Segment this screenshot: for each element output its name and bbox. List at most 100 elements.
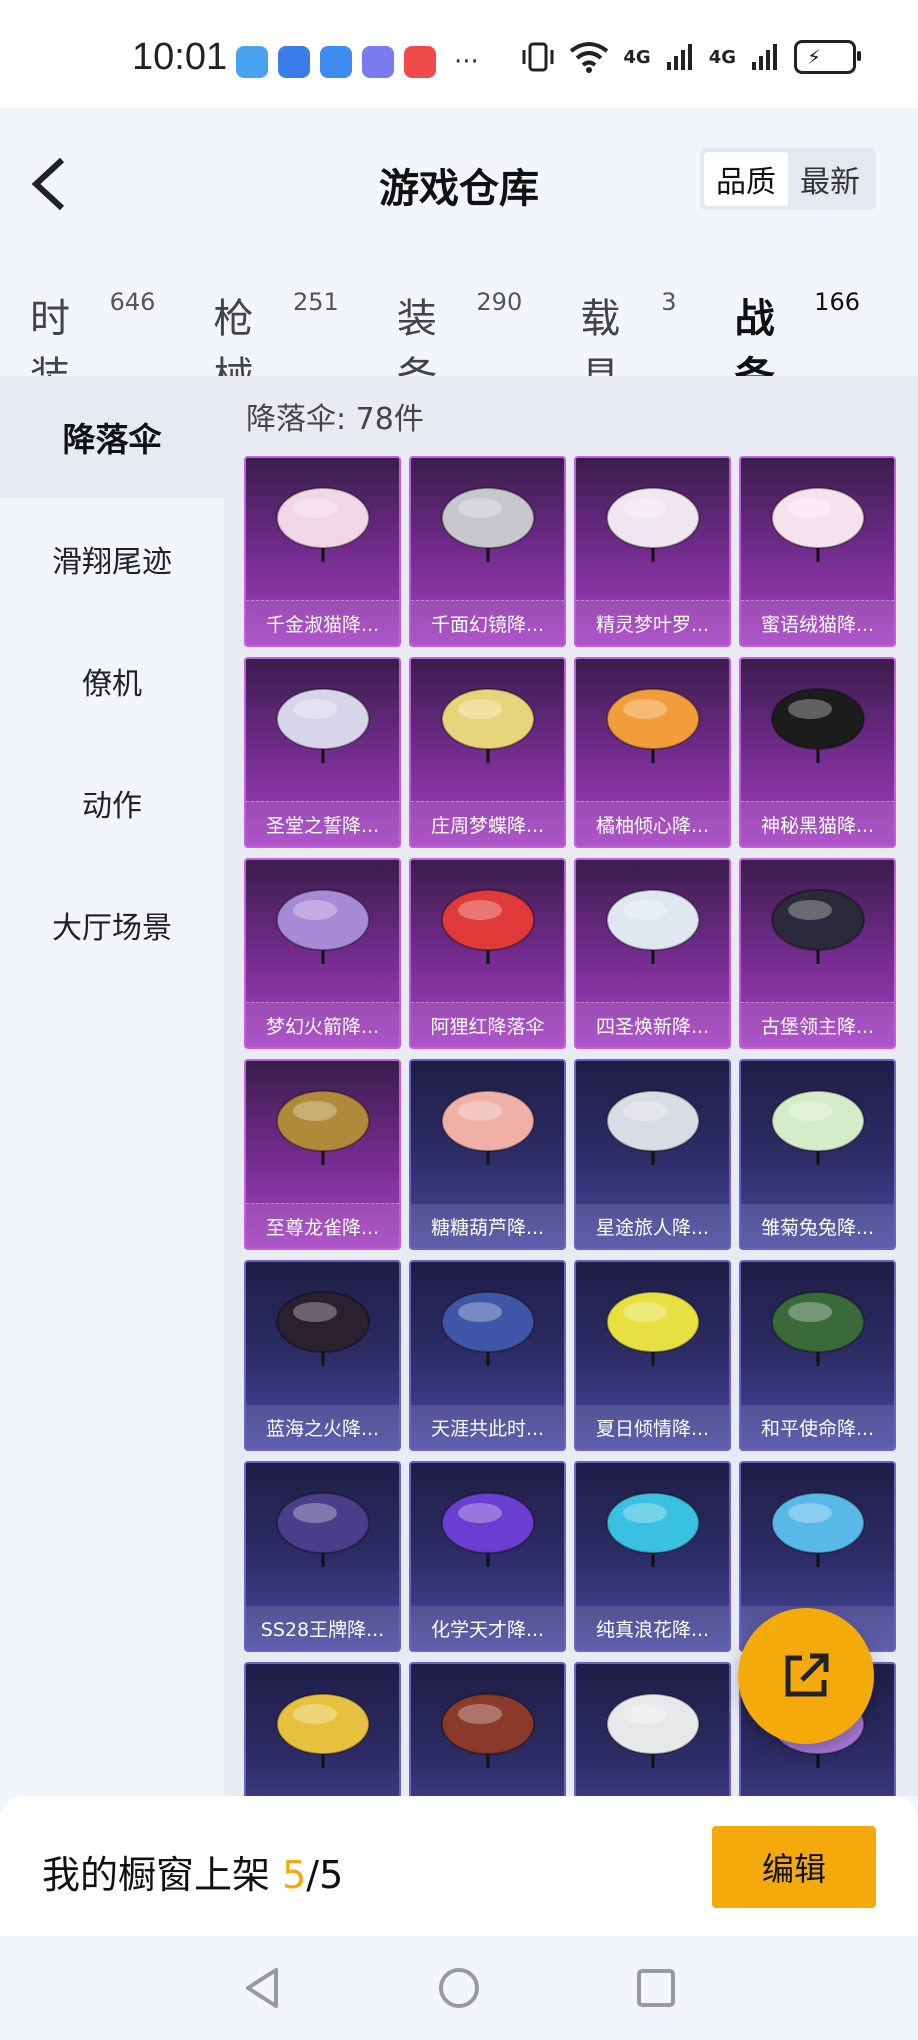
parachute-icon <box>441 1693 535 1768</box>
status-app-icons: ··· <box>236 46 479 78</box>
showcase-status: 我的橱窗上架 5/5 <box>42 1853 344 1897</box>
status-app-icon <box>320 46 352 78</box>
parachute-icon <box>606 688 700 763</box>
parachute-icon <box>276 1693 370 1768</box>
sort-quality-button[interactable]: 品质 <box>704 152 788 206</box>
parachute-name: 庄周梦蝶降... <box>411 801 564 846</box>
parachute-name: 梦幻火箭降... <box>246 1002 399 1047</box>
parachute-icon <box>771 1090 865 1165</box>
parachute-name: 至尊龙雀降... <box>246 1203 399 1248</box>
parachute-name: 化学天才降... <box>411 1606 564 1650</box>
parachute-icon <box>441 688 535 763</box>
parachute-card[interactable]: 糖糖葫芦降... <box>409 1059 566 1250</box>
parachute-name: 阿狸红降落伞 <box>411 1002 564 1047</box>
wifi-icon <box>570 42 609 73</box>
parachute-card[interactable]: 蜜语绒猫降... <box>739 456 896 647</box>
sidebar-item-parachute[interactable]: 降落伞 <box>0 376 224 498</box>
parachute-name: 天涯共此时... <box>411 1405 564 1449</box>
parachute-icon <box>606 487 700 562</box>
parachute-card[interactable]: 至尊龙雀降... <box>244 1059 401 1250</box>
parachute-card[interactable]: 阿狸红降落伞 <box>409 858 566 1049</box>
parachute-icon <box>771 487 865 562</box>
parachute-name: 和平使命降... <box>741 1405 894 1449</box>
signal-2-label: 4G <box>708 46 736 68</box>
parachute-card[interactable]: 星途旅人降... <box>574 1059 731 1250</box>
parachute-card[interactable]: 精灵梦叶罗... <box>574 456 731 647</box>
parachute-card[interactable]: 神秘黑猫降... <box>739 657 896 848</box>
parachute-icon <box>441 1291 535 1366</box>
parachute-icon <box>771 1492 865 1567</box>
parachute-card[interactable] <box>574 1662 731 1796</box>
header: 游戏仓库 品质 最新 时装646 枪械251 装备290 载具3 战备166 <box>0 108 918 424</box>
parachute-name: 蓝海之火降... <box>246 1405 399 1449</box>
parachute-name: 古堡领主降... <box>741 1002 894 1047</box>
signal-2-icon <box>752 44 777 70</box>
parachute-icon <box>771 688 865 763</box>
parachute-card[interactable]: 橘柚倾心降... <box>574 657 731 848</box>
parachute-icon <box>606 1090 700 1165</box>
parachute-icon <box>606 1492 700 1567</box>
sidebar-item-glide-trail[interactable]: 滑翔尾迹 <box>0 498 224 620</box>
sidebar-item-lobby-scene[interactable]: 大厅场景 <box>0 864 224 986</box>
parachute-name: 四圣焕新降... <box>576 1002 729 1047</box>
parachute-card[interactable]: 梦幻火箭降... <box>244 858 401 1049</box>
parachute-icon <box>771 1291 865 1366</box>
signal-1-icon <box>666 44 692 70</box>
parachute-icon <box>276 1492 370 1567</box>
nav-back-icon[interactable] <box>240 1966 284 2010</box>
parachute-name: 千金淑猫降... <box>246 600 399 645</box>
status-more-icon: ··· <box>454 47 479 77</box>
sort-toggle: 品质 最新 <box>700 148 876 210</box>
parachute-icon <box>606 889 700 964</box>
parachute-name: SS28王牌降... <box>246 1606 399 1650</box>
status-app-icon <box>236 46 268 78</box>
edit-button[interactable]: 编辑 <box>712 1826 876 1908</box>
signal-1-label: 4G <box>623 46 651 68</box>
status-right-icons: 4G 4G ⚡ <box>521 40 861 74</box>
parachute-name: 千面幻镜降... <box>411 600 564 645</box>
item-count-label: 降落伞: 78件 <box>246 402 424 437</box>
parachute-icon <box>276 1291 370 1366</box>
parachute-icon <box>441 889 535 964</box>
sort-newest-button[interactable]: 最新 <box>788 152 872 206</box>
parachute-card[interactable]: 雏菊兔兔降... <box>739 1059 896 1250</box>
parachute-card[interactable]: 纯真浪花降... <box>574 1461 731 1652</box>
item-grid: 千金淑猫降... 千面幻镜降... 精灵梦叶罗... 蜜语绒猫降... 圣堂之誓降...… <box>244 456 896 1796</box>
parachute-name: 夏日倾情降... <box>576 1405 729 1449</box>
sidebar-item-wingman[interactable]: 僚机 <box>0 620 224 742</box>
parachute-card[interactable]: 夏日倾情降... <box>574 1260 731 1451</box>
parachute-card[interactable]: SS28王牌降... <box>244 1461 401 1652</box>
parachute-card[interactable]: 古堡领主降... <box>739 858 896 1049</box>
parachute-name: 圣堂之誓降... <box>246 801 399 846</box>
share-fab-button[interactable] <box>738 1608 874 1744</box>
parachute-name: 橘柚倾心降... <box>576 801 729 846</box>
parachute-card[interactable]: 四圣焕新降... <box>574 858 731 1049</box>
system-nav-bar <box>0 1936 918 2040</box>
parachute-card[interactable]: 圣堂之誓降... <box>244 657 401 848</box>
parachute-icon <box>441 487 535 562</box>
parachute-icon <box>441 1090 535 1165</box>
parachute-card[interactable]: 千金淑猫降... <box>244 456 401 647</box>
sidebar: 降落伞 滑翔尾迹 僚机 动作 大厅场景 <box>0 376 224 1796</box>
parachute-card[interactable]: 蓝海之火降... <box>244 1260 401 1451</box>
parachute-card[interactable]: 和平使命降... <box>739 1260 896 1451</box>
nav-recents-icon[interactable] <box>634 1966 678 2010</box>
sidebar-item-emote[interactable]: 动作 <box>0 742 224 864</box>
status-time: 10:01 <box>132 36 228 78</box>
parachute-name: 纯真浪花降... <box>576 1606 729 1650</box>
parachute-icon <box>276 1090 370 1165</box>
parachute-card[interactable]: 化学天才降... <box>409 1461 566 1652</box>
share-external-icon <box>785 1653 829 1697</box>
parachute-card[interactable] <box>244 1662 401 1796</box>
showcase-bar: 我的橱窗上架 5/5 编辑 <box>0 1796 918 1936</box>
parachute-card[interactable]: 天涯共此时... <box>409 1260 566 1451</box>
vibrate-icon <box>522 42 554 72</box>
parachute-name: 雏菊兔兔降... <box>741 1204 894 1248</box>
nav-home-icon[interactable] <box>437 1966 481 2010</box>
parachute-card[interactable]: 千面幻镜降... <box>409 456 566 647</box>
battery-icon: ⚡ <box>794 40 861 74</box>
parachute-name: 蜜语绒猫降... <box>741 600 894 645</box>
parachute-card[interactable] <box>409 1662 566 1796</box>
parachute-icon <box>276 487 370 562</box>
parachute-card[interactable]: 庄周梦蝶降... <box>409 657 566 848</box>
